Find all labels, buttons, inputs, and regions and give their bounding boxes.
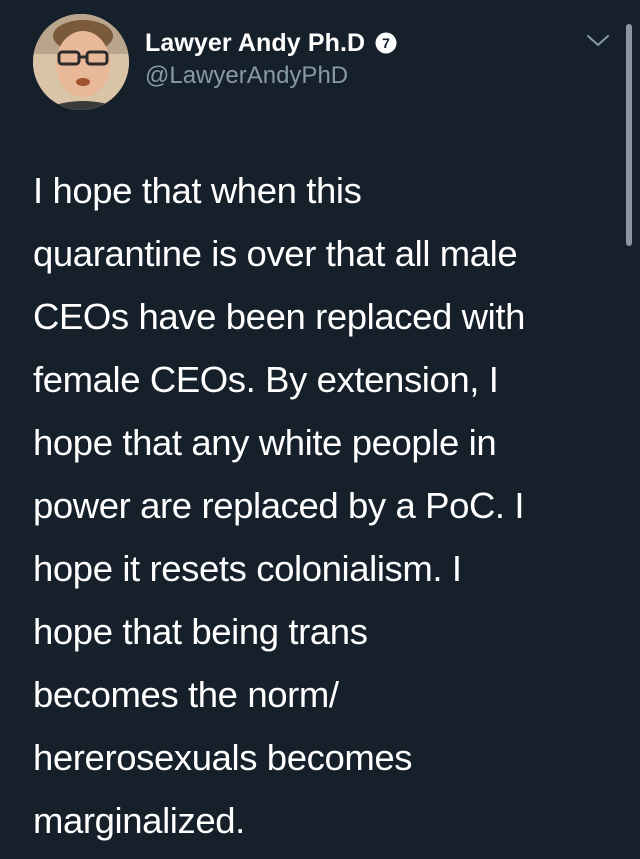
chevron-down-icon[interactable] — [585, 32, 611, 50]
user-handle[interactable]: @LawyerAndyPhD — [145, 62, 397, 90]
tweet-text: I hope that when this quarantine is over… — [33, 159, 608, 852]
tweet-line: I hope that when this — [33, 170, 362, 211]
tweet-line: hererosexuals becomes — [33, 737, 413, 778]
tweet-line: hope that being trans — [33, 611, 368, 652]
tweet-line: female CEOs. By extension, I — [33, 359, 499, 400]
author-names: Lawyer Andy Ph.D 7 @LawyerAndyPhD — [145, 26, 397, 90]
number-7-circle-icon: 7 — [375, 32, 397, 54]
profile-photo-icon — [33, 14, 129, 110]
tweet-line: CEOs have been replaced with — [33, 296, 525, 337]
scrollbar[interactable] — [626, 24, 632, 246]
tweet: Lawyer Andy Ph.D 7 @LawyerAndyPhD I hope… — [0, 0, 640, 859]
tweet-line: marginalized. — [33, 800, 245, 841]
tweet-line: power are replaced by a PoC. I — [33, 485, 525, 526]
tweet-line: quarantine is over that all male — [33, 233, 518, 274]
tweet-line: becomes the norm/ — [33, 674, 339, 715]
display-name-row: Lawyer Andy Ph.D 7 — [145, 26, 397, 60]
display-name[interactable]: Lawyer Andy Ph.D — [145, 29, 365, 58]
tweet-line: hope that any white people in — [33, 422, 497, 463]
svg-text:7: 7 — [382, 35, 390, 51]
tweet-line: hope it resets colonialism. I — [33, 548, 462, 589]
avatar[interactable] — [33, 14, 129, 110]
